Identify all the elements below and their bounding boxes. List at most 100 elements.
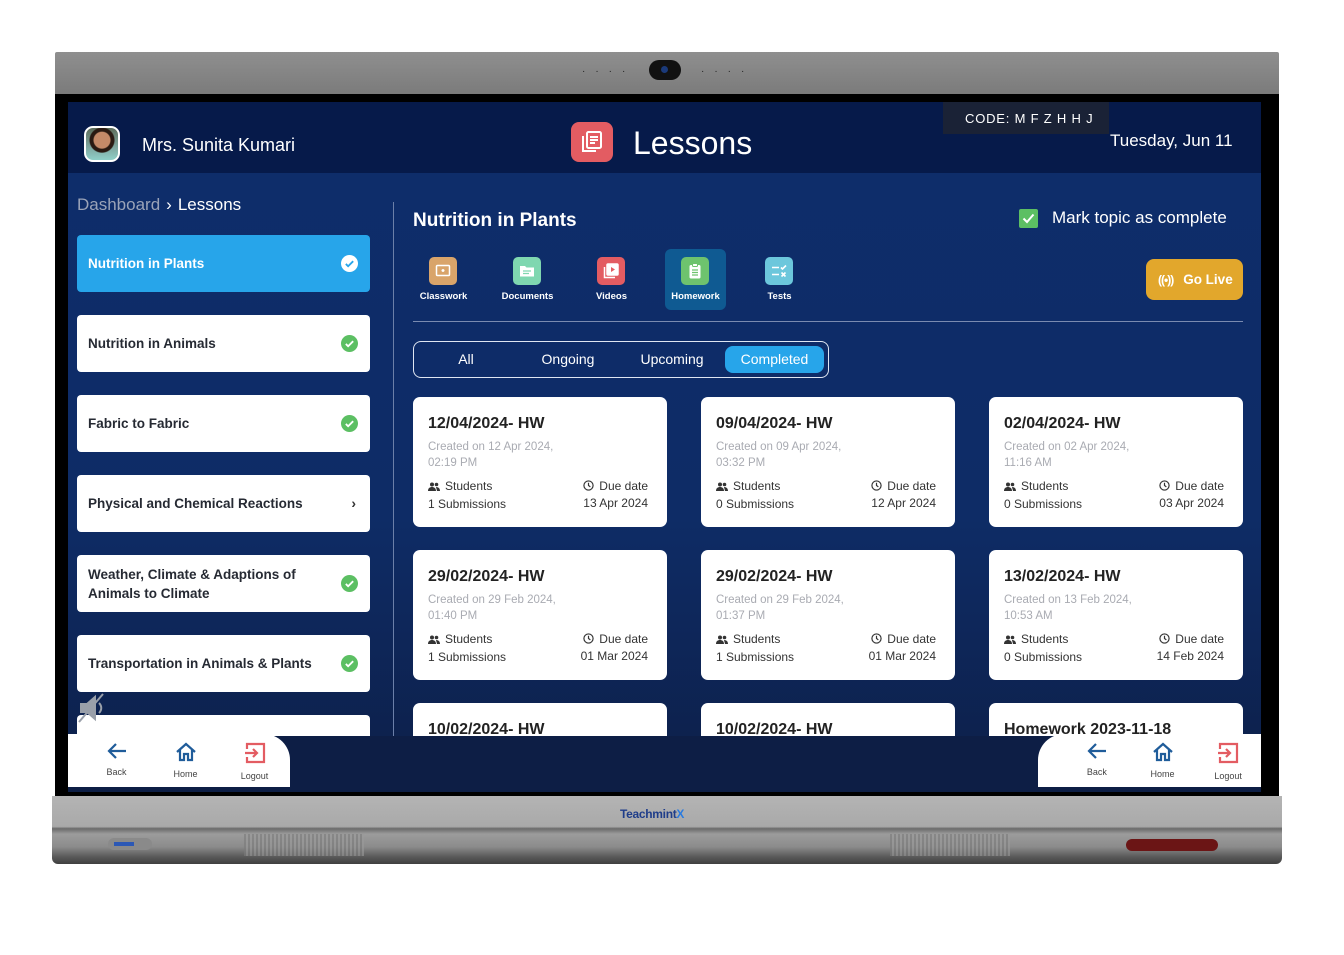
logout-label: Logout [240,771,269,781]
mute-icon[interactable] [77,692,107,729]
homework-title: 12/04/2024- HW [428,415,545,432]
go-live-button[interactable]: ((•)) Go Live [1146,259,1243,300]
check-circle-icon [341,655,358,672]
created-on: Created on 09 Apr 2024, 03:32 PM [716,441,842,469]
breadcrumb-dashboard-link[interactable]: Dashboard [77,195,160,214]
sensor-dots: ···· [582,66,636,77]
breadcrumb: Dashboard › Lessons [77,195,241,215]
people-icon [428,482,440,491]
breadcrumb-current: Lessons [177,195,242,214]
smart-board-device: ···· ···· Mrs. Sunita Kumari Lessons COD… [52,52,1282,864]
app-header: Mrs. Sunita Kumari Lessons CODE: M F Z H… [68,102,1261,173]
due-date-text: Due date [887,479,936,493]
class-code-badge: CODE: M F Z H H J [943,102,1109,134]
filter-upcoming[interactable]: Upcoming [622,346,722,373]
app-screen: Mrs. Sunita Kumari Lessons CODE: M F Z H… [68,102,1261,792]
people-icon [716,482,728,491]
homework-card[interactable]: 13/02/2024- HW Created on 13 Feb 2024, 10… [989,550,1243,680]
logout-button[interactable]: Logout [220,734,289,787]
homework-title: 29/02/2024- HW [716,568,833,585]
mark-topic-complete-checkbox[interactable]: Mark topic as complete [1019,208,1227,228]
home-label: Home [1150,769,1175,779]
home-icon [1152,742,1173,762]
logout-icon [244,742,265,764]
topic-item[interactable]: Physical and Chemical Reactions › [77,475,370,532]
tab-homework[interactable]: Homework [665,249,726,310]
topic-item[interactable]: Nutrition in Plants [77,235,370,292]
homework-card[interactable]: 12/04/2024- HW Created on 12 Apr 2024, 02… [413,397,667,527]
check-circle-icon [341,335,358,352]
clock-icon [871,633,882,644]
students-label: Students [1004,632,1068,646]
checkbox-checked-icon [1019,208,1038,228]
homework-card[interactable]: 29/02/2024- HW Created on 29 Feb 2024, 01… [413,550,667,680]
homework-title: 29/02/2024- HW [428,568,545,585]
check-circle-icon [341,575,358,592]
tab-classwork[interactable]: Classwork [413,249,474,310]
tab-label: Videos [596,291,627,302]
page-title: Lessons [633,125,753,161]
broadcast-icon: ((•)) [1158,272,1174,287]
topic-label: Fabric to Fabric [88,416,190,431]
breadcrumb-separator-icon: › [166,195,172,214]
topic-item[interactable]: Fabric to Fabric [77,395,370,452]
home-button[interactable]: Home [151,734,220,787]
students-label: Students [1004,479,1068,493]
power-button[interactable] [1126,839,1218,851]
created-on: Created on 29 Feb 2024, 01:40 PM [428,594,556,622]
logout-icon [1218,742,1239,764]
home-button[interactable]: Home [1130,734,1196,787]
due-date-text: Due date [599,479,648,493]
back-button[interactable]: Back [82,734,151,787]
homework-title: 13/02/2024- HW [1004,568,1121,585]
clock-icon [871,480,882,491]
homework-card[interactable]: 29/02/2024- HW Created on 29 Feb 2024, 01… [701,550,955,680]
speaker-grille [244,834,364,856]
topic-item[interactable]: Transportation in Animals & Plants [77,635,370,692]
homework-card[interactable]: 02/04/2024- HW Created on 02 Apr 2024, 11… [989,397,1243,527]
students-text: Students [1021,632,1069,646]
avatar[interactable] [84,126,120,162]
status-filter: All Ongoing Upcoming Completed [413,341,829,378]
students-text: Students [733,479,781,493]
due-date-label: Due date [871,479,936,493]
due-date-text: Due date [1175,479,1224,493]
filter-completed[interactable]: Completed [725,346,824,373]
homework-card[interactable]: 09/04/2024- HW Created on 09 Apr 2024, 03… [701,397,955,527]
topic-label: Nutrition in Animals [88,336,216,351]
tab-videos[interactable]: Videos [581,249,642,310]
brand-suffix: X [676,807,685,821]
current-date: Tuesday, Jun 11 [1110,131,1233,150]
submission-count: 1 Submissions [428,497,507,511]
clock-icon [583,480,594,491]
clock-icon [1159,480,1170,491]
filter-all[interactable]: All [418,346,514,373]
vertical-divider [393,202,394,760]
students-text: Students [445,479,493,493]
clock-icon [583,633,594,644]
filter-ongoing[interactable]: Ongoing [518,346,618,373]
camera-icon [649,60,681,80]
tab-documents[interactable]: Documents [497,249,558,310]
back-button[interactable]: Back [1064,734,1130,787]
home-label: Home [173,769,198,779]
topic-list: Nutrition in Plants Nutrition in Animals… [77,235,370,768]
created-on: Created on 02 Apr 2024, 11:16 AM [1004,441,1130,469]
arrow-left-icon [1087,743,1106,759]
section-title: Nutrition in Plants [413,210,577,231]
topic-label: Weather, Climate & Adaptions of Animals … [88,566,296,601]
logout-button[interactable]: Logout [1195,734,1261,787]
tab-label: Documents [501,291,554,302]
due-date: 13 Apr 2024 [583,496,648,510]
device-top-bezel: ···· ···· [55,52,1279,94]
speaker-grille [890,834,1010,856]
homework-title: 09/04/2024- HW [716,415,833,432]
tab-tests[interactable]: Tests [749,249,810,310]
check-circle-icon [341,255,358,272]
classwork-icon [429,257,457,285]
topic-item[interactable]: Weather, Climate & Adaptions of Animals … [77,555,370,612]
topic-item[interactable]: Nutrition in Animals [77,315,370,372]
due-date: 14 Feb 2024 [1156,649,1224,663]
submission-count: 1 Submissions [428,650,507,664]
logout-label: Logout [1214,771,1242,781]
